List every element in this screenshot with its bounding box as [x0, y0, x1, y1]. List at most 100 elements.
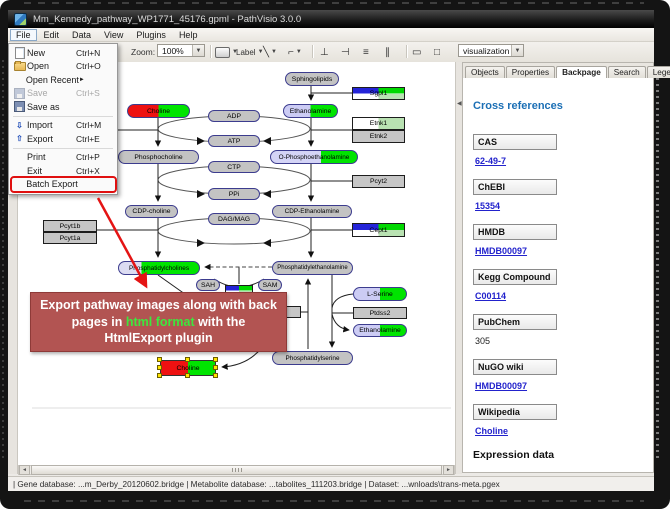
- tab-legend[interactable]: Legend: [647, 66, 670, 78]
- node-phosphatidylcholines[interactable]: Phosphatidylcholines: [118, 261, 200, 275]
- visualization-combobox[interactable]: visualization ▼: [458, 44, 524, 57]
- backpage-panel[interactable]: Cross references CAS62-49-7ChEBI15354HMD…: [463, 78, 653, 472]
- datanode-tool-button[interactable]: ▼: [215, 44, 238, 60]
- file-menu-item-save-as[interactable]: Save as: [10, 100, 116, 114]
- node-ctp[interactable]: CTP: [208, 161, 260, 173]
- menu-item-label: Export: [27, 134, 76, 144]
- selection-handle[interactable]: [213, 357, 218, 362]
- node-cdp-choline[interactable]: CDP-choline: [125, 205, 178, 218]
- submenu-arrow-icon: ►: [79, 77, 112, 83]
- node-atp[interactable]: ATP: [208, 135, 260, 147]
- file-menu-item-new[interactable]: NewCtrl+N: [10, 46, 116, 60]
- node-l-serine[interactable]: L-Serine: [353, 287, 407, 301]
- tab-objects[interactable]: Objects: [465, 66, 505, 78]
- connector-tool-button[interactable]: ⌐▼: [288, 44, 302, 60]
- node-pcyt1b[interactable]: Pcyt1b: [43, 220, 97, 232]
- scrollbar-thumb[interactable]: [31, 465, 442, 475]
- xref-section-cas: CAS62-49-7: [473, 134, 653, 166]
- chevron-down-icon[interactable]: ▼: [271, 49, 277, 55]
- canvas-horizontal-scrollbar[interactable]: ◄ ►: [18, 465, 455, 475]
- node-dag-mag[interactable]: DAG/MAG: [208, 213, 260, 225]
- file-menu-item-export[interactable]: ⇧ExportCtrl+E: [10, 132, 116, 146]
- node-phosphocholine[interactable]: Phosphocholine: [118, 150, 199, 164]
- node-label: CTP: [227, 164, 241, 171]
- node-pcyt2[interactable]: Pcyt2: [352, 175, 405, 188]
- node-etnk1[interactable]: Etnk1: [352, 117, 405, 130]
- distribute-horizontal-button[interactable]: ≡: [363, 44, 369, 60]
- selection-handle[interactable]: [213, 365, 218, 370]
- zoom-combobox[interactable]: 100% ▼: [157, 44, 205, 57]
- menu-help[interactable]: Help: [173, 29, 204, 41]
- xref-link[interactable]: Choline: [475, 426, 653, 436]
- node-phosphatidylethanolamine[interactable]: Phosphatidylethanolamine: [272, 261, 353, 275]
- tab-search[interactable]: Search: [608, 66, 646, 78]
- xref-link[interactable]: 15354: [475, 201, 653, 211]
- file-menu-item-print[interactable]: PrintCtrl+P: [10, 151, 116, 165]
- node-label: Etnk1: [370, 120, 387, 127]
- line-tool-button[interactable]: ╲▼: [263, 44, 277, 60]
- selection-handle[interactable]: [185, 357, 190, 362]
- xref-link[interactable]: HMDB00097: [475, 246, 653, 256]
- node-ptdss1-box[interactable]: [286, 306, 301, 318]
- chevron-down-icon[interactable]: ▼: [511, 45, 523, 56]
- node-ppi[interactable]: PPi: [208, 188, 260, 200]
- node-pcyt1a[interactable]: Pcyt1a: [43, 232, 97, 244]
- common-width-icon: ▭: [412, 47, 421, 58]
- node-label: Choline: [176, 365, 199, 372]
- node-cept1[interactable]: Cept1: [352, 223, 405, 237]
- common-width-button[interactable]: ▭: [412, 44, 421, 60]
- selection-handle[interactable]: [157, 365, 162, 370]
- distribute-vertical-button[interactable]: ∥: [385, 44, 390, 60]
- menu-edit[interactable]: Edit: [38, 29, 66, 41]
- node-ethanolamine-top[interactable]: Ethanolamine: [283, 104, 338, 118]
- file-menu-item-open-recent[interactable]: Open Recent►: [10, 73, 116, 87]
- xref-link[interactable]: 62-49-7: [475, 156, 653, 166]
- node-sgpl1[interactable]: Sgpl1: [352, 87, 405, 100]
- callout-line2: pages in html format with the: [72, 314, 246, 331]
- align-center-y-button[interactable]: ⊣: [341, 44, 350, 60]
- chevron-down-icon[interactable]: ▼: [192, 45, 204, 56]
- node-label: Sgpl1: [370, 90, 387, 97]
- node-ethanolamine-bottom[interactable]: Ethanolamine: [353, 324, 407, 337]
- panel-splitter[interactable]: ◀: [455, 62, 462, 474]
- menu-plugins[interactable]: Plugins: [130, 29, 172, 41]
- xref-link[interactable]: C00114: [475, 291, 653, 301]
- align-center-x-button[interactable]: ⊥: [320, 44, 329, 60]
- selection-handle[interactable]: [185, 373, 190, 378]
- node-sah[interactable]: SAH: [196, 279, 220, 291]
- title-bar[interactable]: Mm_Kennedy_pathway_WP1771_45176.gpml - P…: [8, 10, 654, 28]
- tab-properties[interactable]: Properties: [506, 66, 555, 78]
- node-label: Pcyt1a: [60, 235, 81, 242]
- scroll-right-icon[interactable]: ►: [443, 465, 454, 475]
- node-ptdss2[interactable]: Ptdss2: [353, 307, 407, 319]
- file-menu-item-exit[interactable]: ExitCtrl+X: [10, 164, 116, 178]
- selection-handle[interactable]: [157, 357, 162, 362]
- file-menu-item-batch-export[interactable]: Batch Export: [10, 178, 116, 192]
- menu-shortcut: Ctrl+M: [76, 120, 112, 130]
- node-sam[interactable]: SAM: [258, 279, 282, 291]
- menu-file[interactable]: File: [10, 29, 37, 41]
- node-o-phosphoethanolamine[interactable]: O-Phosphoethanolamine: [270, 150, 358, 164]
- chevron-down-icon[interactable]: ▼: [296, 49, 302, 55]
- selection-handle[interactable]: [157, 373, 162, 378]
- node-phosphatidylserine[interactable]: Phosphatidylserine: [272, 351, 353, 365]
- file-menu-item-import[interactable]: ⇩ImportCtrl+M: [10, 119, 116, 133]
- file-menu-item-open[interactable]: OpenCtrl+O: [10, 60, 116, 74]
- node-etnk2[interactable]: Etnk2: [352, 130, 405, 143]
- selection-handle[interactable]: [213, 373, 218, 378]
- node-choline-top[interactable]: Choline: [127, 104, 190, 118]
- distribute-horizontal-icon: ≡: [363, 47, 369, 58]
- node-adp[interactable]: ADP: [208, 110, 260, 122]
- menu-separator: [13, 148, 113, 149]
- node-label: Choline: [147, 108, 170, 115]
- label-tool-button[interactable]: Label▼: [236, 44, 264, 60]
- file-menu-item-save[interactable]: SaveCtrl+S: [10, 87, 116, 101]
- node-cdp-ethanolamine[interactable]: CDP-Ethanolamine: [272, 205, 352, 218]
- common-height-button[interactable]: □: [434, 44, 440, 60]
- menu-data[interactable]: Data: [66, 29, 97, 41]
- collapse-left-icon[interactable]: ◀: [457, 100, 462, 107]
- scroll-left-icon[interactable]: ◄: [19, 465, 30, 475]
- menu-view[interactable]: View: [98, 29, 129, 41]
- node-sphingolipids[interactable]: Sphingolipids: [285, 72, 339, 86]
- xref-link[interactable]: HMDB00097: [475, 381, 653, 391]
